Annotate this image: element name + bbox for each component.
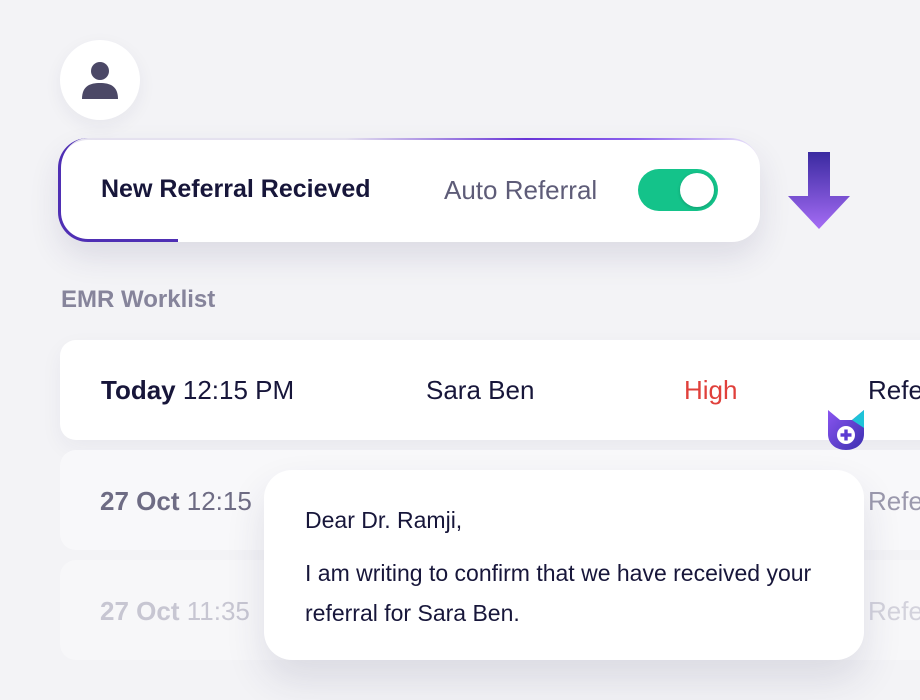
- row-patient-name: Sara Ben: [426, 375, 535, 405]
- down-arrow-icon: [788, 152, 850, 229]
- worklist-title: EMR Worklist: [61, 286, 216, 313]
- row-type: Refe: [868, 596, 920, 626]
- letter-greeting: Dear Dr. Ramji,: [305, 507, 463, 533]
- shield-plus-icon: [828, 410, 864, 450]
- row-type: Refe: [868, 375, 920, 405]
- row-datetime: 27 Oct 12:15: [100, 486, 252, 516]
- row-priority: High: [684, 375, 738, 405]
- avatar[interactable]: [60, 40, 140, 120]
- row-type: Refe: [868, 486, 920, 516]
- auto-referral-label: Auto Referral: [444, 175, 598, 205]
- row-datetime: 27 Oct 11:35: [100, 596, 250, 626]
- user-icon: [82, 62, 118, 99]
- letter-body: I am writing to confirm that we have rec…: [305, 560, 812, 626]
- auto-referral-toggle[interactable]: [638, 169, 718, 211]
- notification-title: New Referral Recieved: [101, 175, 371, 203]
- row-datetime: Today 12:15 PM: [101, 375, 295, 405]
- toggle-knob: [680, 173, 714, 207]
